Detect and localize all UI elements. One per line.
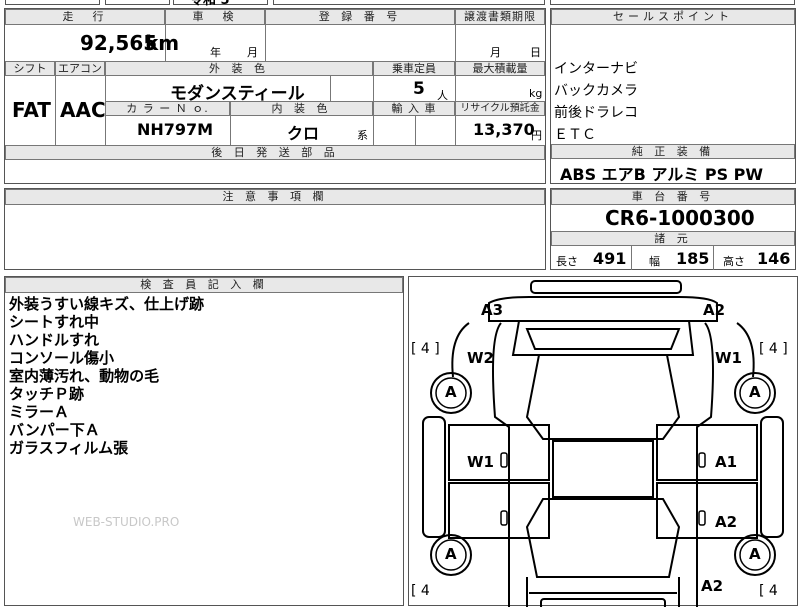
mileage-unit: km [145,31,180,55]
inspection-year-unit: 年 [210,46,221,59]
registration-header: 登 録 番 号 [265,9,455,25]
tire-mark-front-right: A [749,383,761,401]
tire-depth-rear-right: [ 4 [759,583,778,599]
interior-suffix: 系 [357,129,368,142]
height-label: 高さ [723,255,745,268]
watermark: WEB-STUDIO.PRO [73,515,180,529]
mark-a2-right: A2 [715,513,738,531]
transfer-month-unit: 月 [490,46,501,59]
max-load-unit: kg [529,87,543,100]
inspection-header: 車 検 [165,9,265,25]
shift-header: シフト [5,61,55,76]
inspector-note: ハンドルすれ [9,331,100,349]
chassis-box: 車 台 番 号 CR6-1000300 諸 元 長さ 491 幅 185 高さ … [550,188,796,270]
width-label: 幅 [649,255,660,268]
top-partial-text: 令和 5 [190,0,230,8]
inspector-header: 検 査 員 記 入 欄 [5,277,403,293]
length-value: 491 [593,249,627,268]
sales-point-item: 前後ドラレコ [554,105,638,121]
tire-depth-front-left: [ 4 ] [411,341,440,357]
exterior-color-header: 外 装 色 [105,61,373,76]
import-header: 輸 入 車 [373,101,455,116]
car-diagram [422,280,784,607]
mark-w1-left: W1 [467,453,494,471]
shift-value: FAT [12,98,51,122]
sales-point-list: インターナビ バックカメラ 前後ドラレコ ＥＴＣ [554,58,638,146]
dims-header: 諸 元 [551,231,795,246]
transfer-header: 譲渡書類期限 [455,9,545,25]
height-value: 146 [757,249,791,268]
sales-point-header: セールスポイント [551,9,795,25]
mark-a2-top: A2 [703,301,726,319]
mark-a3: A3 [481,301,504,319]
inspector-note: 室内薄汚れ、動物の毛 [9,367,160,385]
equipment-header: 純 正 装 備 [551,144,795,159]
transfer-day-unit: 日 [530,46,541,59]
max-load-header: 最大積載量 [455,61,545,76]
capacity-value: 5 [413,79,425,99]
inspector-note: シートすれ中 [9,313,100,331]
chassis-header: 車 台 番 号 [551,189,795,205]
tire-depth-front-right: [ 4 ] [759,341,788,357]
sales-point-item: ＥＴＣ [554,127,596,143]
sales-point-item: インターナビ [554,61,638,77]
capacity-header: 乗車定員 [373,61,455,76]
inspector-note: バンパー下Ａ [9,421,100,439]
tire-mark-rear-right: A [749,545,761,563]
inspector-note: コンソール傷小 [9,349,115,367]
later-parts-header: 後 日 発 送 部 品 [5,145,545,160]
mark-a2-bottom: A2 [701,577,724,595]
interior-color-value: クロ [287,124,320,143]
inspector-note: タッチＰ跡 [9,385,85,403]
recycle-value: 13,370 [473,120,535,139]
top-partial-row: 令和 5 [5,0,545,8]
car-diagram-box: A3 A2 W2 W1 W1 A1 A2 A2 A A A A [ 4 ] [ … [408,276,798,607]
interior-color-header: 内 装 色 [230,101,373,116]
inspector-note: 外装うすい線キズ、仕上げ跡 [9,295,205,313]
color-no-value: NH797M [137,120,214,139]
mark-w2: W2 [467,349,494,367]
aircon-value: AAC [60,98,106,122]
vehicle-info-table: 走 行 車 検 登 録 番 号 譲渡書類期限 92,565 km 年 月 月 日… [4,8,546,184]
mark-a1: A1 [715,453,738,471]
recycle-header: リサイクル預託金 [455,101,545,116]
inspector-box: 検 査 員 記 入 欄 外装うすい線キズ、仕上げ跡 シートすれ中 ハンドルすれ … [4,276,404,606]
sales-point-item: バックカメラ [554,83,638,99]
notes-header: 注 意 事 項 欄 [5,189,545,205]
mileage-header: 走 行 [5,9,165,25]
inspector-note: ガラスフィルム張 [9,439,129,457]
equipment-value: ABS エアB アルミ PS PW [560,165,764,184]
mark-w1-right: W1 [715,349,742,367]
inspection-month-unit: 月 [247,46,258,59]
tire-mark-rear-left: A [445,545,457,563]
recycle-unit: 円 [531,129,542,142]
color-no-header: カ ラ ー Ｎ ｏ. [105,101,230,116]
tire-mark-front-left: A [445,383,457,401]
notes-box: 注 意 事 項 欄 [4,188,546,270]
chassis-value: CR6-1000300 [605,206,755,230]
inspector-note: ミラーＡ [9,403,70,421]
aircon-header: エアコン [55,61,105,76]
length-label: 長さ [556,255,578,268]
tire-depth-rear-left: [ 4 [411,583,430,599]
sales-point-box: セールスポイント インターナビ バックカメラ 前後ドラレコ ＥＴＣ 純 正 装 … [550,8,796,184]
inspector-notes: 外装うすい線キズ、仕上げ跡 シートすれ中 ハンドルすれ コンソール傷小 室内薄汚… [9,295,204,457]
width-value: 185 [676,249,710,268]
